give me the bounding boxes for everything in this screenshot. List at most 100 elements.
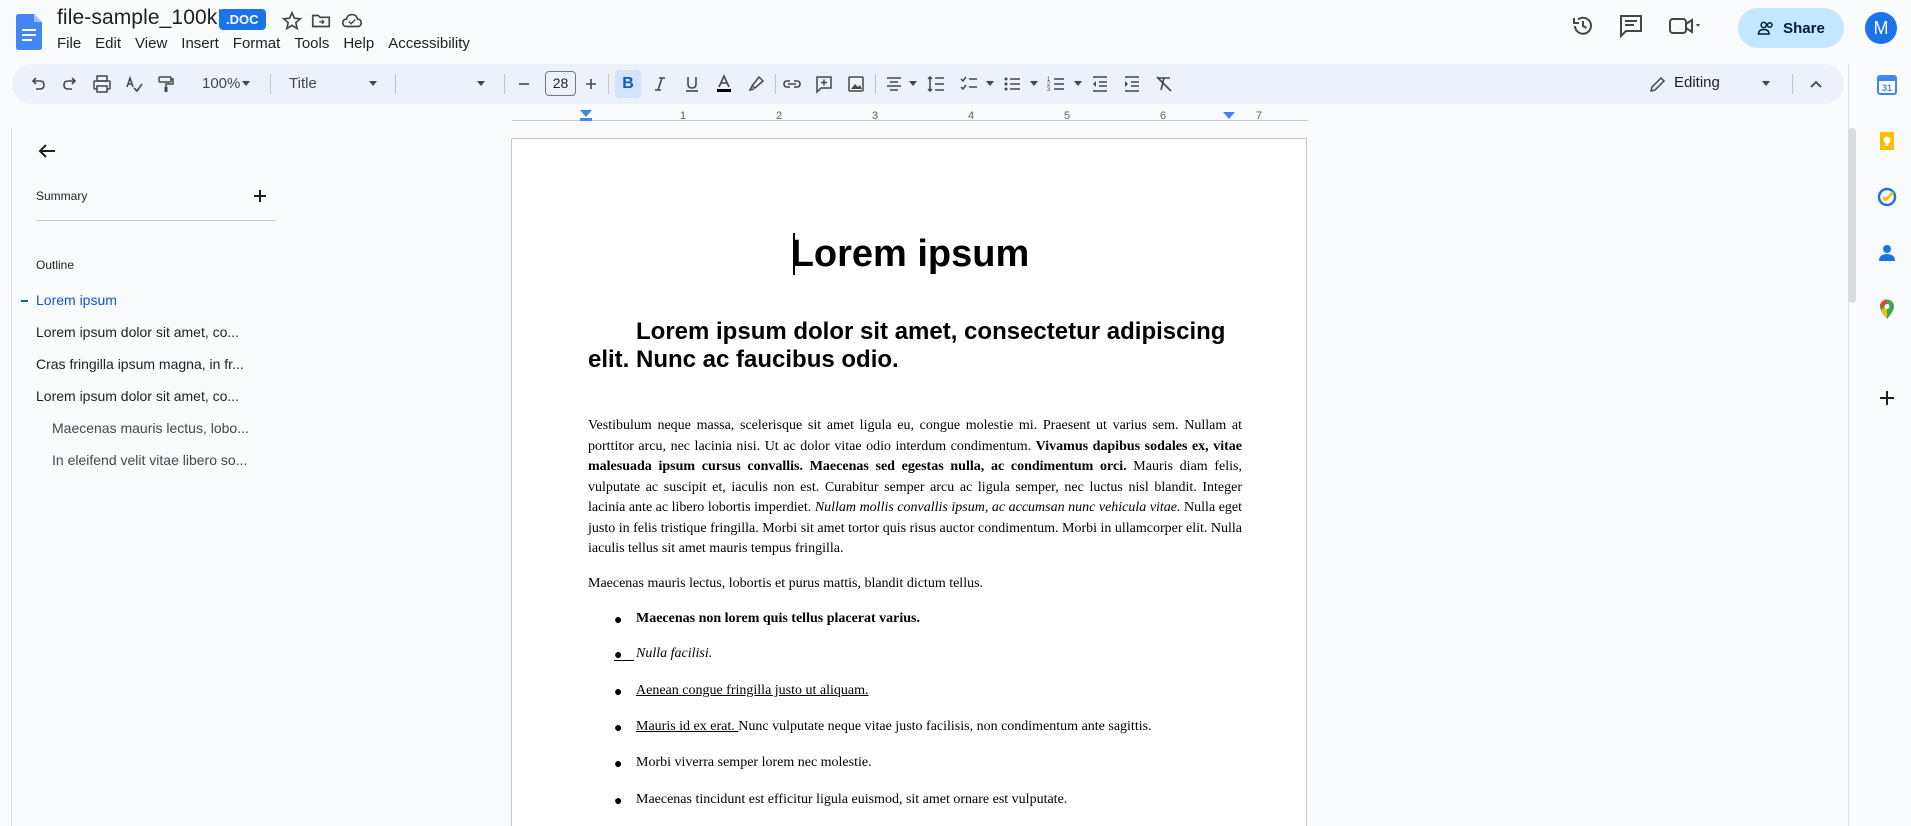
underline-icon[interactable] <box>680 72 704 96</box>
menu-tools[interactable]: Tools <box>287 33 336 54</box>
toolbar: 100% Title 28 B 1 2 3 Editing <box>12 64 1844 104</box>
get-addons-plus-icon[interactable] <box>1876 387 1898 409</box>
menu-bar: File Edit View Insert Format Tools Help … <box>57 33 477 54</box>
doc-paragraph[interactable]: Vestibulum neque massa, scelerisque sit … <box>588 416 1242 560</box>
doc-title[interactable]: Lorem ipsum <box>512 233 1308 276</box>
paint-format-icon[interactable] <box>154 72 178 96</box>
share-label: Share <box>1783 19 1825 37</box>
highlight-color-icon[interactable] <box>744 72 768 96</box>
chevron-down-icon <box>1074 81 1082 86</box>
cloud-saved-icon[interactable] <box>341 10 363 32</box>
doc-paragraph[interactable]: Maecenas mauris lectus, lobortis et puru… <box>588 576 983 592</box>
version-history-icon[interactable] <box>1570 13 1596 39</box>
chevron-down-icon <box>986 81 994 86</box>
bullet-dot: ● <box>614 683 623 699</box>
star-icon[interactable] <box>281 10 303 32</box>
list-item[interactable]: Nulla facilisi. <box>636 646 712 662</box>
share-button[interactable]: Share <box>1738 8 1844 48</box>
panel-divider <box>36 220 276 221</box>
add-summary-icon[interactable] <box>252 188 268 204</box>
bullet-dot: ● <box>614 611 623 627</box>
outline-item[interactable]: Cras fringilla ipsum magna, in fr... <box>36 356 244 372</box>
editing-mode-select[interactable]: Editing <box>1674 74 1720 91</box>
doc-heading-1[interactable]: Lorem ipsum dolor sit amet, consectetur … <box>588 318 1242 374</box>
align-icon[interactable] <box>882 72 906 96</box>
ruler-baseline <box>512 120 1308 121</box>
print-icon[interactable] <box>90 72 114 96</box>
comments-icon[interactable] <box>1618 13 1644 39</box>
menu-view[interactable]: View <box>128 33 174 54</box>
list-item[interactable]: Maecenas tincidunt est efficitur ligula … <box>636 792 1067 808</box>
list-item[interactable]: Mauris id ex erat. Nunc vulputate neque … <box>636 719 1152 735</box>
list-item[interactable]: Morbi viverra semper lorem nec molestie. <box>636 755 872 771</box>
calendar-icon[interactable]: 31 <box>1876 74 1898 96</box>
bullet-dot: ● <box>614 646 635 662</box>
document-page[interactable]: Lorem ipsum Lorem ipsum dolor sit amet, … <box>511 138 1307 826</box>
outline-subitem[interactable]: In eleifend velit vitae libero so... <box>52 452 247 468</box>
vertical-ruler[interactable] <box>0 128 12 826</box>
insert-image-icon[interactable] <box>844 72 868 96</box>
list-item[interactable]: Aenean congue fringilla justo ut aliquam… <box>636 683 869 699</box>
menu-edit[interactable]: Edit <box>88 33 128 54</box>
move-folder-icon[interactable] <box>310 10 332 32</box>
line-spacing-icon[interactable] <box>924 72 948 96</box>
list-item[interactable]: Maecenas non lorem quis tellus placerat … <box>636 611 920 627</box>
outline-subitem[interactable]: Maecenas mauris lectus, lobo... <box>52 420 249 436</box>
ruler-tick-label: 3 <box>872 110 879 122</box>
checklist-icon[interactable] <box>957 72 981 96</box>
add-comment-icon[interactable] <box>812 72 836 96</box>
paragraph-style-select[interactable]: Title <box>289 75 317 92</box>
bulleted-list-icon[interactable] <box>1000 72 1024 96</box>
spellcheck-icon[interactable] <box>122 72 146 96</box>
bullet-dot: ● <box>614 719 623 735</box>
undo-icon[interactable] <box>26 72 50 96</box>
menu-help[interactable]: Help <box>336 33 381 54</box>
menu-file[interactable]: File <box>57 33 88 54</box>
avatar[interactable]: M <box>1865 12 1897 44</box>
increase-indent-icon[interactable] <box>1120 72 1144 96</box>
ruler-tick-label: 2 <box>776 110 783 122</box>
text-color-icon[interactable] <box>712 72 736 96</box>
menu-accessibility[interactable]: Accessibility <box>381 33 477 54</box>
clear-formatting-icon[interactable] <box>1152 72 1176 96</box>
menu-format[interactable]: Format <box>226 33 288 54</box>
outline-heading: Outline <box>36 258 75 272</box>
menu-insert[interactable]: Insert <box>174 33 226 54</box>
close-outline-arrow-icon[interactable] <box>36 140 58 162</box>
toolbar-divider <box>1792 74 1793 94</box>
tasks-icon[interactable] <box>1876 186 1898 208</box>
bullet-dot: ● <box>614 792 623 808</box>
numbered-list-icon[interactable]: 123 <box>1044 72 1068 96</box>
insert-link-icon[interactable] <box>780 72 804 96</box>
keep-icon[interactable] <box>1876 130 1898 152</box>
meet-call-icon[interactable] <box>1668 13 1704 39</box>
font-size-input[interactable]: 28 <box>545 71 576 96</box>
outline-item-lorem-ipsum[interactable]: Lorem ipsum <box>36 292 117 308</box>
ruler-tick-label: 6 <box>1160 110 1167 122</box>
hide-menus-chevron-up-icon[interactable] <box>1804 72 1828 96</box>
left-indent-marker-icon[interactable] <box>580 110 592 122</box>
horizontal-ruler[interactable]: 1 2 3 4 5 6 7 <box>512 110 1308 122</box>
list-item-text: Nunc vulputate neque vitae justo facilis… <box>738 719 1152 734</box>
maps-icon[interactable] <box>1876 298 1898 320</box>
right-indent-marker-icon[interactable] <box>1223 110 1235 122</box>
bold-button[interactable]: B <box>615 70 641 98</box>
contacts-icon[interactable] <box>1876 242 1898 264</box>
outline-item[interactable]: Lorem ipsum dolor sit amet, co... <box>36 388 239 404</box>
zoom-select[interactable]: 100% <box>202 75 240 92</box>
toolbar-divider <box>270 74 271 94</box>
chevron-down-icon <box>369 81 377 86</box>
docs-logo-icon[interactable] <box>16 14 42 50</box>
svg-text:3: 3 <box>1047 87 1051 93</box>
ruler-tick-label: 4 <box>968 110 975 122</box>
outline-item[interactable]: Lorem ipsum dolor sit amet, co... <box>36 324 239 340</box>
decrease-indent-icon[interactable] <box>1088 72 1112 96</box>
chevron-down-icon <box>242 81 250 86</box>
increase-font-size-icon[interactable] <box>579 72 603 96</box>
redo-icon[interactable] <box>58 72 82 96</box>
document-title[interactable]: file-sample_100kB <box>57 6 231 30</box>
document-scrollbar[interactable] <box>1848 128 1856 303</box>
file-format-badge: .DOC <box>219 9 266 30</box>
decrease-font-size-icon[interactable] <box>512 72 536 96</box>
italic-icon[interactable] <box>648 72 672 96</box>
